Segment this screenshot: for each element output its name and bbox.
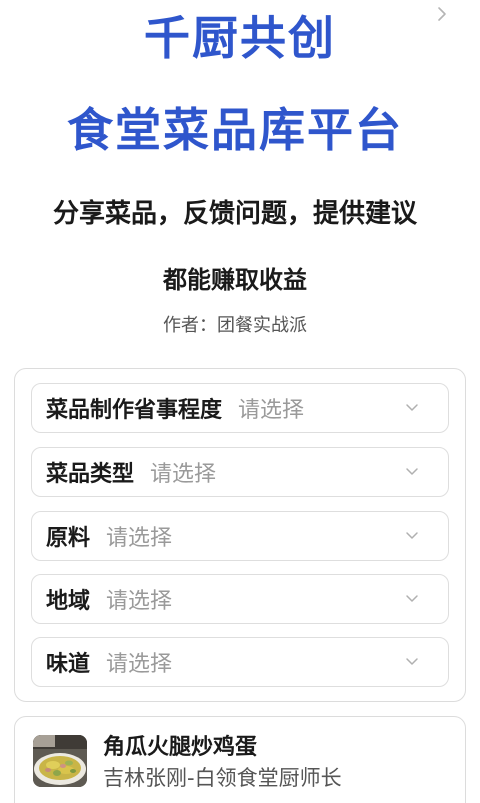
filter-ingredient-placeholder: 请选择	[106, 526, 173, 551]
chevron-down-icon	[406, 532, 418, 539]
chevron-down-icon	[406, 658, 418, 665]
slogan-line-2: 都能赚取收益	[163, 266, 307, 294]
filter-type-placeholder: 请选择	[150, 462, 217, 487]
dish-thumbnail[interactable]	[33, 735, 87, 787]
author-credit: 作者：团餐实战派	[163, 315, 307, 336]
food-photo-icon	[33, 735, 87, 787]
filter-type-select[interactable]: 菜品类型 请选择	[31, 447, 449, 497]
dish-author: 吉林张刚-白领食堂厨师长	[103, 766, 342, 790]
filter-flavor-label: 味道	[46, 652, 91, 677]
filter-region-label: 地域	[46, 589, 91, 614]
chevron-down-icon	[406, 595, 418, 602]
slogan-line-1: 分享菜品，反馈问题，提供建议	[52, 199, 417, 229]
filter-ingredient-label: 原料	[46, 526, 91, 551]
filter-type-label: 菜品类型	[46, 462, 135, 487]
filter-region-placeholder: 请选择	[106, 589, 173, 614]
dish-card[interactable]: 角瓜火腿炒鸡蛋 吉林张刚-白领食堂厨师长	[14, 716, 466, 803]
filter-effort-select[interactable]: 菜品制作省事程度 请选择	[31, 383, 449, 433]
page-subtitle: 食堂菜品库平台	[67, 103, 403, 157]
page: 千厨共创 食堂菜品库平台 分享菜品，反馈问题，提供建议 都能赚取收益 作者：团餐…	[0, 0, 480, 803]
filter-ingredient-select[interactable]: 原料 请选择	[31, 511, 449, 561]
dish-name: 角瓜火腿炒鸡蛋	[103, 735, 258, 760]
filter-flavor-select[interactable]: 味道 请选择	[31, 637, 449, 687]
filter-region-select[interactable]: 地域 请选择	[31, 574, 449, 624]
page-title: 千厨共创	[144, 11, 336, 65]
filter-effort-placeholder: 请选择	[238, 398, 305, 423]
filter-panel: 菜品制作省事程度 请选择 菜品类型 请选择 原料 请选择 地域 请选择 味道 请…	[14, 368, 466, 702]
chevron-down-icon	[406, 404, 418, 411]
chevron-down-icon	[406, 468, 418, 475]
filter-effort-label: 菜品制作省事程度	[46, 398, 223, 423]
filter-flavor-placeholder: 请选择	[106, 652, 173, 677]
